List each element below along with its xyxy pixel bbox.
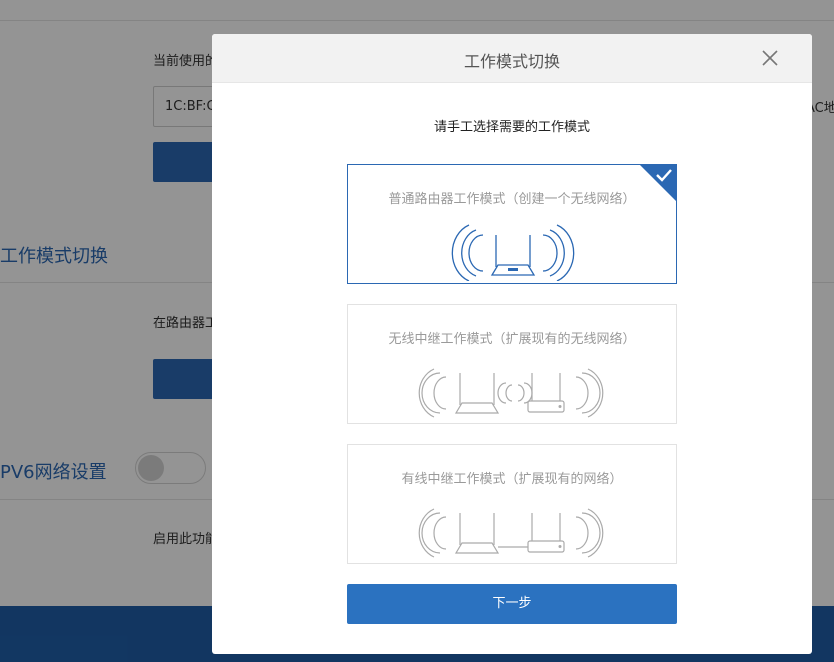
dialog-header: 工作模式切换 [212,34,812,83]
watermark-text: CSDN @枫桥骤雨 [682,634,805,652]
wired-repeater-icon [418,508,604,558]
mode-label-router: 普通路由器工作模式（创建一个无线网络） [388,192,636,207]
close-icon [762,50,778,66]
router-icon [451,224,575,281]
wireless-repeater-icon [418,368,604,418]
mode-card-wired-repeater[interactable]: 有线中继工作模式（扩展现有的网络） [347,444,677,564]
mode-card-router[interactable]: 普通路由器工作模式（创建一个无线网络） [347,164,677,284]
mode-card-wireless-repeater[interactable]: 无线中继工作模式（扩展现有的无线网络） [347,304,677,424]
instruction-text: 请手工选择需要的工作模式 [433,120,590,135]
next-step-button[interactable]: 下一步 [347,584,677,624]
mode-label-wireless-repeater: 无线中继工作模式（扩展现有的无线网络） [388,332,636,347]
close-button[interactable] [758,46,782,70]
mode-label-wired-repeater: 有线中继工作模式（扩展现有的网络） [401,472,623,487]
dialog-title: 工作模式切换 [463,52,560,71]
work-mode-dialog: 工作模式切换 请手工选择需要的工作模式 普通路由器工作模式（创建一个无线网络） [212,34,812,654]
